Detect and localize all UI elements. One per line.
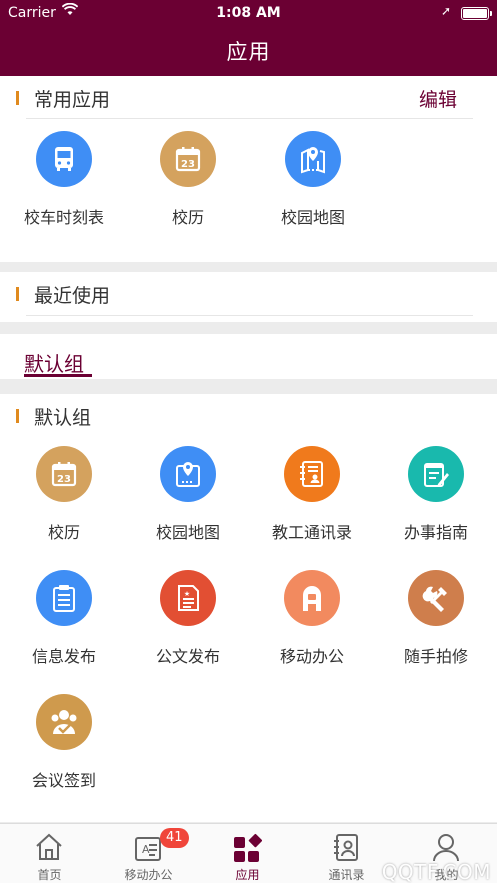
section-header: 常用应用 编辑 <box>0 76 497 118</box>
address-book-icon <box>334 834 358 861</box>
divider <box>26 118 473 119</box>
app-label: 信息发布 <box>31 647 96 666</box>
section-marker <box>16 287 19 301</box>
document-icon: ★ <box>160 570 216 626</box>
app-service-guide[interactable]: 办事指南 <box>374 446 497 543</box>
notification-badge: 41 <box>160 828 189 848</box>
section-marker <box>16 409 19 423</box>
section-header: 默认组 <box>0 394 497 436</box>
location-arrow-icon: ➚ <box>440 4 451 18</box>
app-label: 公文发布 <box>155 647 220 666</box>
app-school-calendar[interactable]: 23 校历 <box>126 131 250 228</box>
app-label: 随手拍修 <box>403 647 468 666</box>
map-pin-icon <box>160 446 216 502</box>
apps-grid-icon <box>234 833 262 862</box>
svg-text:23: 23 <box>181 159 195 170</box>
app-label: 校车时刻表 <box>23 208 104 227</box>
battery-icon <box>461 7 492 20</box>
app-school-calendar[interactable]: 23 校历 <box>2 446 126 543</box>
section-header: 最近使用 <box>0 272 497 314</box>
app-info-publish[interactable]: 信息发布 <box>2 570 126 667</box>
clock: 1:08 AM <box>216 5 281 21</box>
watermark: QQTF.COM <box>381 860 491 883</box>
app-label: 办事指南 <box>403 523 468 542</box>
svg-text:A: A <box>142 843 150 856</box>
app-label: 校历 <box>171 208 204 227</box>
tab-apps[interactable]: 应用 <box>198 824 297 883</box>
tab-default-group[interactable]: 默认组 <box>24 348 84 377</box>
calendar-icon: 23 <box>36 446 92 502</box>
app-mobile-office[interactable]: 移动办公 <box>250 570 374 667</box>
bus-icon <box>36 131 92 187</box>
bottom-tab-bar: 首页 A 移动办公 41 应用 通讯录 我的 QQTF.COM <box>0 823 497 883</box>
map-pin-icon <box>285 131 341 187</box>
tab-label: 首页 <box>37 868 62 882</box>
app-staff-directory[interactable]: 教工通讯录 <box>250 446 374 543</box>
meeting-checkin-icon <box>36 694 92 750</box>
section-title: 最近使用 <box>34 285 111 307</box>
section-title: 常用应用 <box>34 89 111 111</box>
group-tabs: 默认组 <box>0 334 497 379</box>
tab-label: 移动办公 <box>124 868 173 882</box>
app-snap-repair[interactable]: 随手拍修 <box>374 570 497 667</box>
common-apps-section: 常用应用 编辑 校车时刻表 23 校历 校园地图 <box>0 76 497 262</box>
app-bus-schedule[interactable]: 校车时刻表 <box>2 131 126 228</box>
status-bar: Carrier 1:08 AM ➚ <box>0 0 497 26</box>
nav-bar: 应用 <box>0 26 497 76</box>
mobile-office-icon <box>284 570 340 626</box>
recent-section: 最近使用 <box>0 272 497 322</box>
edit-button[interactable]: 编辑 <box>419 85 457 112</box>
section-marker <box>16 91 19 105</box>
tab-indicator <box>24 374 92 377</box>
svg-text:23: 23 <box>57 474 71 485</box>
calendar-icon: 23 <box>160 131 216 187</box>
app-label: 校历 <box>47 523 80 542</box>
tab-home[interactable]: 首页 <box>0 824 99 883</box>
person-icon <box>433 834 459 862</box>
app-campus-map[interactable]: 校园地图 <box>126 446 250 543</box>
clipboard-icon <box>36 570 92 626</box>
app-label: 会议签到 <box>31 771 96 790</box>
app-document-publish[interactable]: ★ 公文发布 <box>126 570 250 667</box>
default-group-section: 默认组 23 校历 校园地图 教工通讯录 办事指南 信息发布 ★ 公文发布 移动… <box>0 394 497 822</box>
app-meeting-checkin[interactable]: 会议签到 <box>2 694 126 791</box>
app-label: 教工通讯录 <box>271 523 352 542</box>
app-label: 校园地图 <box>280 208 345 227</box>
divider <box>26 315 473 316</box>
office-card-icon: A <box>135 837 161 861</box>
section-title: 默认组 <box>34 407 92 429</box>
svg-text:★: ★ <box>184 590 190 598</box>
page-title: 应用 <box>226 40 271 64</box>
guide-edit-icon <box>408 446 464 502</box>
home-icon <box>36 833 62 860</box>
app-label: 移动办公 <box>279 647 344 666</box>
tab-label: 应用 <box>235 868 260 882</box>
repair-tools-icon <box>408 570 464 626</box>
contacts-book-icon <box>284 446 340 502</box>
app-campus-map[interactable]: 校园地图 <box>251 131 375 228</box>
app-label: 校园地图 <box>155 523 220 542</box>
